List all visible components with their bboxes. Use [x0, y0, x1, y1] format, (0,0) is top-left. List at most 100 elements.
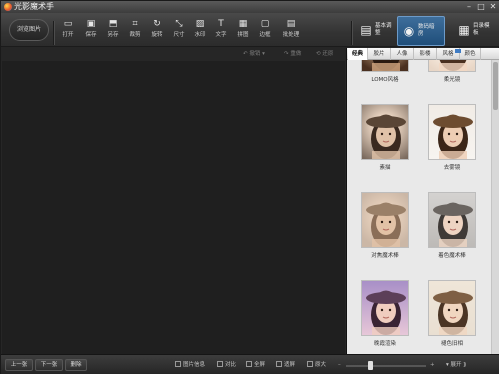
minimize-button[interactable]: –	[464, 2, 474, 11]
effect-preview-thumbnail	[361, 104, 409, 160]
new-badge-icon	[455, 49, 461, 53]
zoom-slider[interactable]	[346, 365, 426, 367]
previous-image-button[interactable]: 上一张	[5, 359, 33, 371]
portrait-preview-image	[366, 202, 406, 247]
tab-effect-category[interactable]: 胶片	[368, 48, 391, 60]
batch-icon: ▤	[286, 19, 296, 29]
panel-mode-label: 数码暗房	[418, 24, 435, 37]
tool-label: 打开	[62, 32, 74, 38]
zoom-slider-handle[interactable]	[368, 361, 373, 370]
effects-scrollbar[interactable]	[491, 60, 499, 354]
effect-label: 去雾镜	[443, 165, 461, 171]
image-canvas[interactable]: ↶ 撤销 ▾ ↷ 重做 ⟲ 还原	[2, 48, 345, 354]
browse-images-button[interactable]: 浏览图片	[9, 19, 49, 41]
info-icon	[175, 361, 181, 367]
panel-mode-label: 目录模板	[473, 23, 490, 36]
toolbar-divider	[351, 21, 352, 45]
app-window: 光影魔术手 – □ ✕ 浏览图片 ▭ 打开 ▣ 保存 ⬒ 另存 ⌗ 裁剪 ↻ 旋转 ⤡ 尺寸 ▨ 水印 T 文…	[0, 0, 499, 374]
undo-label: 撤销	[249, 51, 261, 57]
frame-icon: ▢	[260, 19, 270, 29]
tool-text-button[interactable]: T 文字	[210, 17, 232, 45]
text-icon: T	[218, 19, 224, 29]
effect-preview-thumbnail	[428, 280, 476, 336]
fit-screen-label: 适屏	[284, 362, 296, 368]
effect-label: 褪色旧相	[440, 341, 463, 347]
scrollbar-thumb[interactable]	[493, 62, 498, 110]
expand-label: 展开	[450, 362, 462, 368]
tool-collage-button[interactable]: ▦ 拼图	[232, 17, 254, 45]
tool-batch-button[interactable]: ▤ 批处理	[280, 17, 302, 45]
tool-crop-button[interactable]: ⌗ 裁剪	[124, 17, 146, 45]
effect-item[interactable]: 着色魔术棒	[419, 192, 485, 260]
effect-item[interactable]: 对焦魔术棒	[352, 192, 418, 260]
effect-item[interactable]: 去雾镜	[419, 104, 485, 172]
toolbar-divider	[53, 21, 54, 45]
effect-item[interactable]: 晚霞渲染	[352, 280, 418, 348]
effect-item[interactable]: 素描	[352, 104, 418, 172]
tool-label: 边框	[259, 32, 271, 38]
app-logo-icon	[4, 3, 12, 11]
effect-preview-thumbnail	[428, 104, 476, 160]
portrait-preview-image	[433, 202, 473, 247]
redo-button[interactable]: ↷ 重做	[284, 50, 301, 59]
delete-image-button[interactable]: 删除	[65, 359, 87, 371]
status-bar: 上一张 下一张 删除 图片信息 对比 全屏 适屏 原大 – + ▾ 展开 ⟫	[1, 354, 499, 374]
next-image-button[interactable]: 下一张	[35, 359, 63, 371]
effect-item[interactable]: 柔光镜	[419, 60, 485, 84]
crop-icon: ⌗	[132, 19, 138, 29]
tab-effect-category[interactable]: 人像	[391, 48, 414, 60]
restore-label: 还原	[322, 51, 334, 57]
compare-button[interactable]: 对比	[217, 360, 236, 370]
portrait-preview-image	[433, 290, 473, 335]
adjust-icon: ▤	[360, 23, 372, 37]
tab-effect-category[interactable]: 经典	[348, 48, 368, 60]
tab-effect-category[interactable]: 颜色	[460, 48, 481, 60]
tool-rotate-button[interactable]: ↻ 旋转	[146, 17, 168, 45]
expand-panel-button[interactable]: ▾ 展开 ⟫	[446, 360, 466, 370]
panel-mode-camera-button[interactable]: ◉ 数码暗房	[397, 16, 445, 46]
tool-label: 另存	[107, 32, 119, 38]
zoom-out-icon[interactable]: –	[338, 360, 341, 370]
fullscreen-button[interactable]: 全屏	[246, 360, 265, 370]
portrait-preview-image	[439, 60, 467, 71]
portrait-preview-image	[433, 114, 473, 159]
effect-label: LOMO风格	[371, 77, 399, 83]
tool-label: 尺寸	[173, 32, 185, 38]
original-size-button[interactable]: 原大	[307, 360, 326, 370]
portrait-preview-image	[366, 114, 406, 159]
tool-watermark-button[interactable]: ▨ 水印	[189, 17, 211, 45]
zoom-in-icon[interactable]: +	[430, 360, 435, 370]
undo-button[interactable]: ↶ 撤销 ▾	[243, 50, 265, 59]
effect-preview-thumbnail	[361, 60, 409, 72]
maximize-button[interactable]: □	[476, 2, 486, 11]
compare-icon	[217, 361, 223, 367]
folder-icon: ▭	[63, 19, 73, 29]
tool-frame-button[interactable]: ▢ 边框	[254, 17, 276, 45]
effects-grid: LOMO风格 柔光镜素描 去雾镜对焦魔术棒 着色魔术棒 晚霞渲染 褪色旧相	[347, 60, 492, 354]
tool-label: 保存	[85, 32, 97, 38]
close-button[interactable]: ✕	[488, 2, 498, 11]
restore-button[interactable]: ⟲ 还原	[316, 50, 333, 59]
fit-screen-icon	[276, 361, 282, 367]
original-size-icon	[307, 361, 313, 367]
tab-effect-category[interactable]: 影楼	[414, 48, 437, 60]
effect-label: 素描	[379, 165, 391, 171]
tool-folder-button[interactable]: ▭ 打开	[57, 17, 79, 45]
fit-screen-button[interactable]: 适屏	[276, 360, 295, 370]
resize-icon: ⤡	[175, 19, 183, 29]
effect-item[interactable]: 褪色旧相	[419, 280, 485, 348]
panel-mode-adjust-button[interactable]: ▤ 基本调整	[355, 16, 395, 46]
tool-label: 裁剪	[129, 32, 141, 38]
tool-save-as-button[interactable]: ⬒ 另存	[102, 17, 124, 45]
edit-history-bar: ↶ 撤销 ▾ ↷ 重做 ⟲ 还原	[2, 48, 345, 61]
save-as-icon: ⬒	[108, 19, 118, 29]
rotate-icon: ↻	[153, 19, 161, 29]
tool-save-button[interactable]: ▣ 保存	[80, 17, 102, 45]
effect-item[interactable]: LOMO风格	[352, 60, 418, 84]
effects-panel: 经典 胶片 人像 影楼 风格 颜色 LOMO风格 柔光镜 素描 去雾镜 对焦魔术棒 着色魔术棒 晚霞渲…	[346, 48, 499, 354]
tool-resize-button[interactable]: ⤡ 尺寸	[168, 17, 190, 45]
panel-mode-template-button[interactable]: ▦ 目录模板	[453, 16, 495, 46]
panel-mode-label: 基本调整	[375, 23, 392, 36]
image-info-button[interactable]: 图片信息	[175, 360, 205, 370]
watermark-icon: ▨	[195, 19, 205, 29]
